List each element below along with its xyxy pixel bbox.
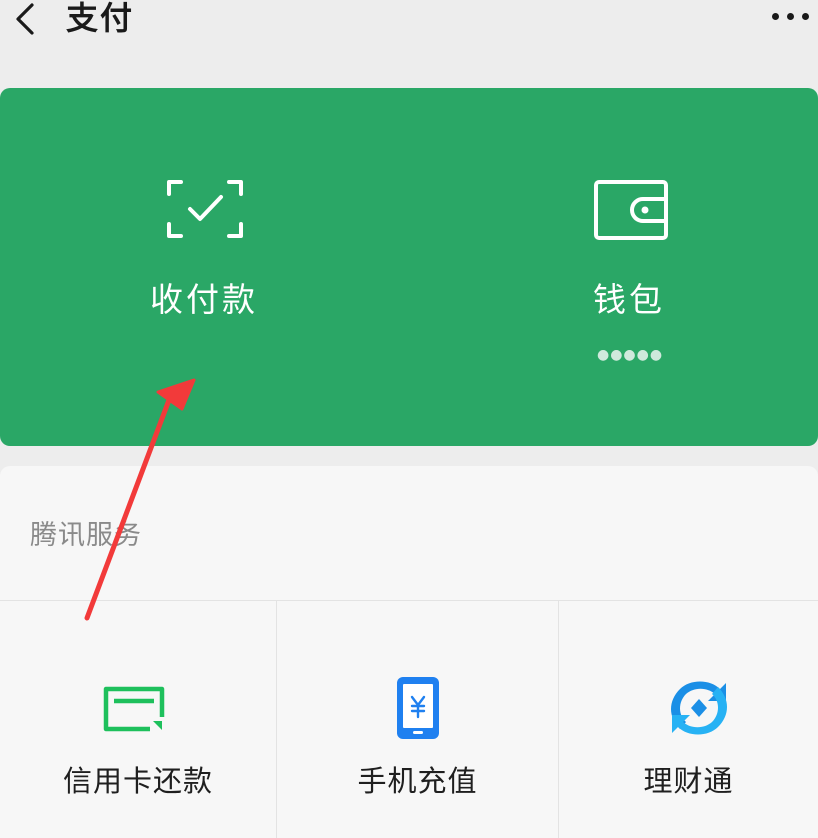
receive-pay-button[interactable]: 收付款 (0, 88, 409, 446)
scan-check-icon (166, 178, 244, 244)
credit-card-repayment-label: 信用卡还款 (62, 764, 213, 798)
payment-card: 收付款 钱包 ●●●●● (0, 88, 818, 446)
licaitong-label: 理财通 (643, 764, 734, 798)
licaitong-button[interactable]: 理财通 (559, 601, 818, 838)
wallet-balance-hidden: ●●●●● (597, 347, 664, 363)
page-title: 支付 (66, 0, 135, 37)
tencent-services-panel: 腾讯服务 信用卡还款 手机充值 理财通 (0, 466, 818, 838)
mobile-top-up-label: 手机充值 (357, 764, 478, 798)
more-options-button[interactable] (768, 0, 818, 36)
credit-card-icon (102, 685, 166, 737)
services-section-title: 腾讯服务 (30, 520, 142, 551)
top-navigation-bar: 支付 (0, 0, 818, 70)
back-button[interactable] (4, 0, 46, 40)
mobile-top-up-button[interactable]: 手机充值 (277, 601, 558, 838)
receive-pay-label: 收付款 (150, 280, 258, 319)
wallet-button[interactable]: 钱包 ●●●●● (409, 88, 818, 446)
payment-page: 支付 收付款 钱包 ●●●●● 腾讯服务 信用卡还款 手机充值 理财通 (0, 0, 818, 838)
wallet-icon (593, 179, 669, 245)
credit-card-repayment-button[interactable]: 信用卡还款 (0, 601, 276, 838)
phone-yuan-icon (395, 675, 441, 745)
licaitong-icon (666, 677, 732, 743)
wallet-label: 钱包 (593, 280, 665, 319)
